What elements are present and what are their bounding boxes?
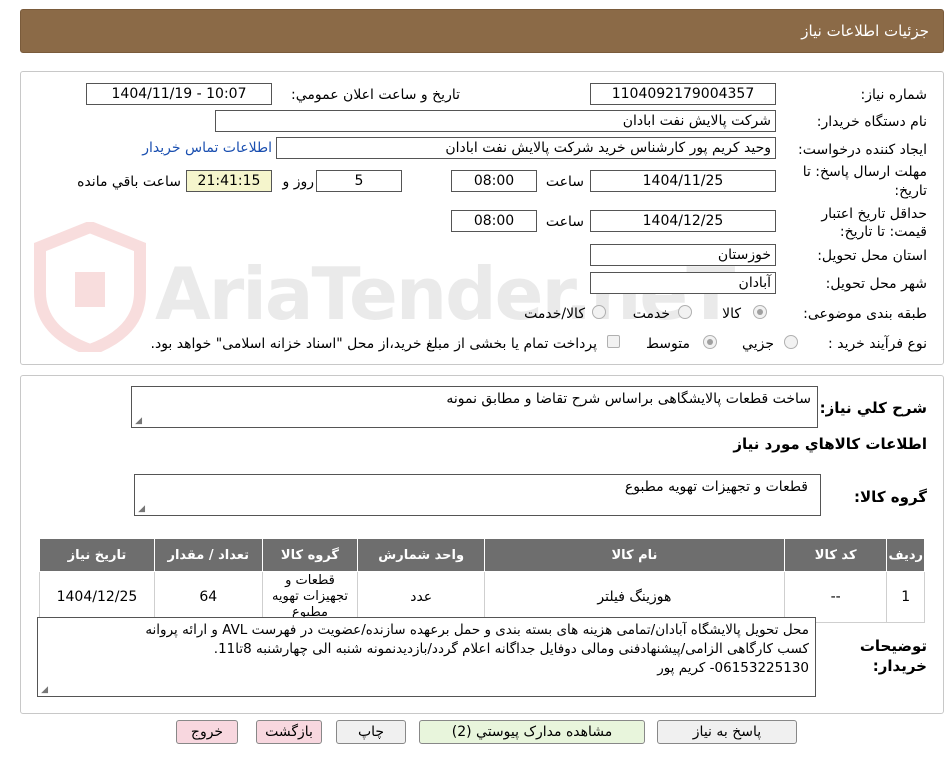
deadline-label-line2: تاريخ: <box>894 183 927 199</box>
table-row: 1 -- هوزینگ فیلتر عدد قطعات و تجهیزات ته… <box>39 571 925 623</box>
reply-button[interactable]: پاسخ به نياز <box>657 720 797 744</box>
col-header-quantity: تعداد / مقدار <box>153 538 263 572</box>
cell-row-no: 1 <box>886 571 925 623</box>
validity-date-field: 1404/12/25 <box>590 210 776 232</box>
buyer-notes-line: محل تحویل پالایشگاه آبادان/تمامی هزینه ه… <box>145 622 809 638</box>
table-header-row: رديف کد کالا نام کالا واحد شمارش گروه کا… <box>39 538 925 572</box>
requester-field: وحيد کريم پور کارشناس خريد شرکت پالايش ن… <box>276 137 776 159</box>
description-label: شرح کلي نياز: <box>819 399 927 417</box>
watermark-logo-icon <box>34 222 146 352</box>
requester-label: ايجاد کننده درخواست: <box>798 142 927 158</box>
description-field: ساخت قطعات پالایشگاهی براساس شرح تقاضا و… <box>131 386 818 428</box>
buyer-org-field: شرکت پالايش نفت ابادان <box>215 110 776 132</box>
col-header-need-date: تاريخ نياز <box>39 538 155 572</box>
city-field: آبادان <box>590 272 776 294</box>
buyer-notes-label-line1: توضيحات <box>859 637 927 655</box>
category-option-goods: کالا <box>722 306 741 322</box>
goods-group-field: قطعات و تجهیزات تهویه مطبوع ◢ <box>134 474 821 516</box>
cell-quantity: 64 <box>153 571 263 623</box>
view-attachments-button[interactable]: مشاهده مدارک پيوستي (2) <box>419 720 645 744</box>
col-header-group: گروه کالا <box>261 538 359 572</box>
buyer-notes-line: کسب کارگاهی الزامی/پیشنهادفنی ومالی دوفا… <box>213 641 809 657</box>
category-radio-goods[interactable] <box>753 305 767 319</box>
process-radio-medium[interactable] <box>703 335 717 349</box>
cell-unit: عدد <box>357 571 485 623</box>
process-option-medium: متوسط <box>646 336 690 352</box>
need-number-field: 1104092179004357 <box>590 83 776 105</box>
category-option-service: خدمت <box>632 306 670 322</box>
category-radio-service[interactable] <box>678 305 692 319</box>
deadline-label-line1: مهلت ارسال پاسخ: تا <box>802 164 927 180</box>
deadline-time-label: ساعت <box>545 174 584 190</box>
col-header-name: نام کالا <box>484 538 785 572</box>
process-option-minor: جزيي <box>742 336 774 352</box>
col-header-code: کد کالا <box>783 538 888 572</box>
deadline-date-field: 1404/11/25 <box>590 170 776 192</box>
goods-group-text: قطعات و تجهیزات تهویه مطبوع <box>624 479 808 495</box>
need-number-label: شماره نياز: <box>860 87 928 103</box>
goods-section-title: اطلاعات کالاهاي مورد نياز <box>733 435 927 453</box>
col-header-row-no: رديف <box>886 538 925 572</box>
category-radio-goods-service[interactable] <box>592 305 606 319</box>
resize-grip-icon[interactable]: ◢ <box>137 505 145 514</box>
remaining-days-field: 5 <box>316 170 402 192</box>
goods-group-label: گروه کالا: <box>854 488 927 506</box>
treasury-payment-note: پرداخت تمام يا بخشی از مبلغ خريد،از محل … <box>150 336 597 352</box>
buyer-notes-line: 06153225130- کریم پور <box>657 660 809 676</box>
col-header-unit: واحد شمارش <box>357 538 485 572</box>
goods-table-wrapper: رديف کد کالا نام کالا واحد شمارش گروه کا… <box>39 538 925 623</box>
announce-date-label: تاريخ و ساعت اعلان عمومي: <box>291 87 460 103</box>
category-label: طبقه بندی موضوعی: <box>803 306 927 322</box>
province-label: استان محل تحويل: <box>817 248 927 264</box>
process-radio-minor[interactable] <box>784 335 798 349</box>
treasury-payment-checkbox[interactable] <box>607 335 620 348</box>
buyer-notes-label-line2: خريدار: <box>872 657 927 675</box>
buyer-org-label: نام دستگاه خريدار: <box>816 114 927 130</box>
page-title: جزئيات اطلاعات نياز <box>801 22 929 40</box>
validity-label-line2: قيمت: تا تاريخ: <box>839 224 927 240</box>
validity-time-label: ساعت <box>545 214 584 230</box>
description-text: ساخت قطعات پالایشگاهی براساس شرح تقاضا و… <box>446 391 811 407</box>
days-label: روز و <box>282 174 315 190</box>
goods-table: رديف کد کالا نام کالا واحد شمارش گروه کا… <box>39 538 925 623</box>
page-header: جزئيات اطلاعات نياز <box>20 9 944 53</box>
cell-name: هوزینگ فیلتر <box>484 571 785 623</box>
exit-button[interactable]: خروج <box>176 720 238 744</box>
category-option-goods-service: کالا/خدمت <box>524 306 585 322</box>
announce-date-field: 1404/11/19 - 10:07 <box>86 83 272 105</box>
buyer-contact-link[interactable]: اطلاعات تماس خريدار <box>142 140 272 156</box>
remaining-time-label: ساعت باقي مانده <box>77 174 181 190</box>
remaining-time-field: 21:41:15 <box>186 170 272 192</box>
resize-grip-icon[interactable]: ◢ <box>134 417 142 426</box>
cell-group: قطعات و تجهیزات تهویه مطبوع <box>261 571 359 623</box>
resize-grip-icon[interactable]: ◢ <box>40 686 48 695</box>
city-label: شهر محل تحويل: <box>825 276 927 292</box>
validity-time-field: 08:00 <box>451 210 537 232</box>
cell-need-date: 1404/12/25 <box>39 571 155 623</box>
validity-label-line1: حداقل تاريخ اعتبار <box>821 206 927 222</box>
cell-code: -- <box>783 571 888 623</box>
province-field: خوزستان <box>590 244 776 266</box>
back-button[interactable]: بازگشت <box>256 720 322 744</box>
buyer-notes-field: محل تحویل پالایشگاه آبادان/تمامی هزینه ه… <box>37 617 816 697</box>
print-button[interactable]: چاپ <box>336 720 406 744</box>
deadline-time-field: 08:00 <box>451 170 537 192</box>
process-label: نوع فرآيند خريد : <box>828 336 927 352</box>
